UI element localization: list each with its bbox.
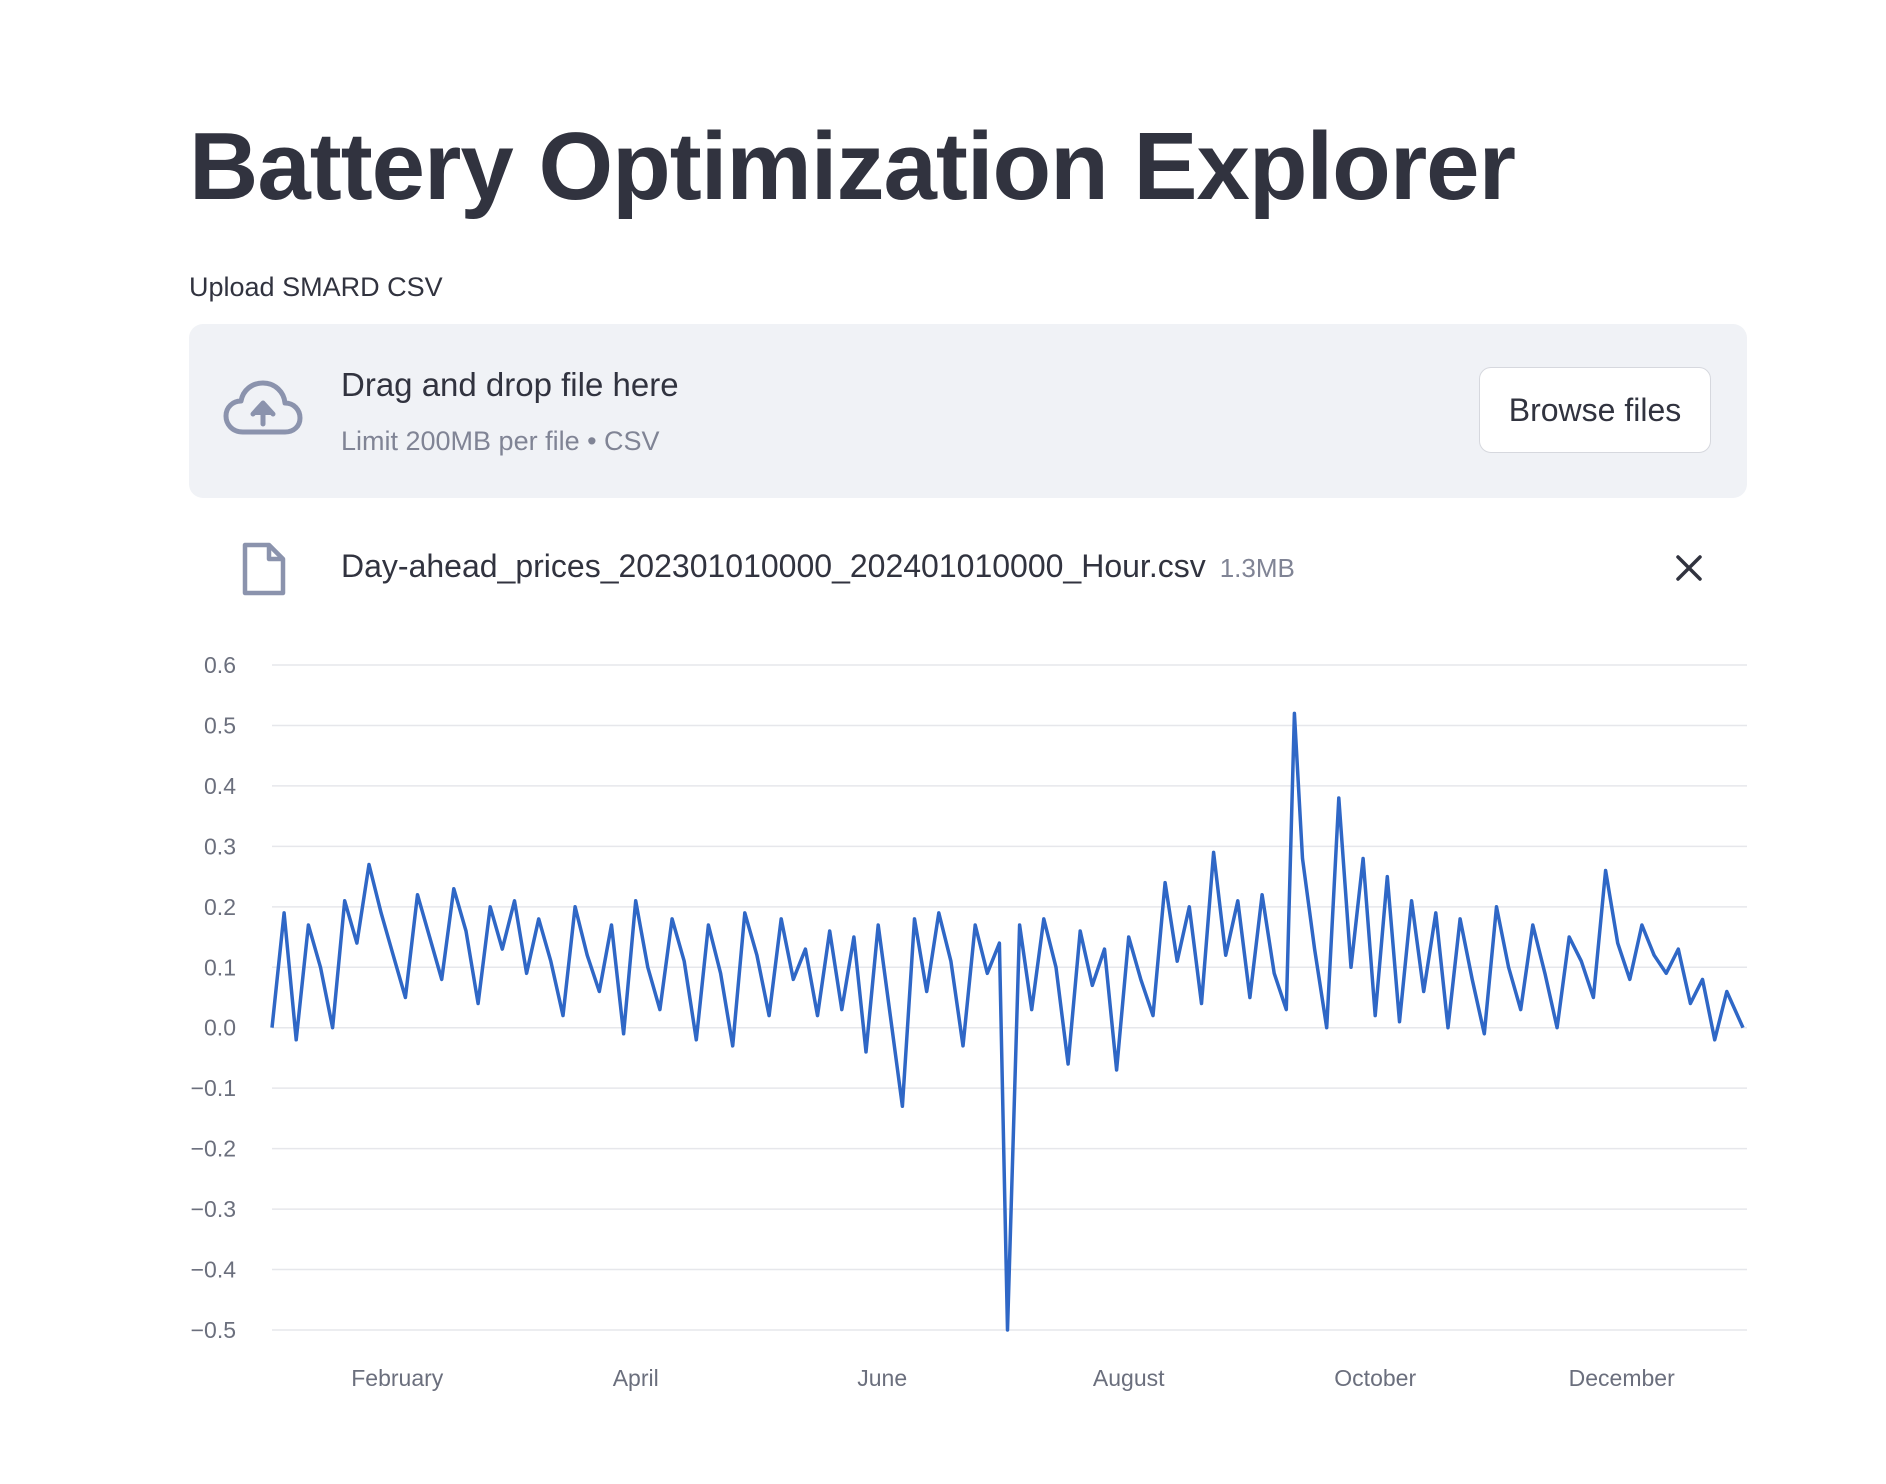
x-tick-label: June [857, 1365, 907, 1391]
price-line-chart: 0.6 0.5 0.4 0.3 0.2 0.1 0.0 −0.1 −0.2 −0.3 −0.4 −0.… [191, 652, 1747, 1391]
y-tick-label: 0.2 [204, 894, 236, 920]
x-tick-label: August [1093, 1365, 1165, 1391]
x-tick-label: October [1334, 1365, 1416, 1391]
y-tick-label: 0.4 [204, 773, 236, 799]
y-tick-label: 0.3 [204, 833, 236, 859]
x-tick-label: April [613, 1365, 659, 1391]
x-tick-label: February [351, 1365, 444, 1391]
y-tick-label: −0.5 [191, 1317, 236, 1343]
y-tick-label: 0.6 [204, 652, 236, 678]
y-tick-label: −0.4 [191, 1257, 237, 1283]
series-line [270, 711, 1745, 1332]
y-tick-label: 0.5 [204, 712, 236, 738]
y-tick-label: −0.2 [191, 1136, 236, 1162]
y-tick-label: −0.3 [191, 1196, 236, 1222]
y-tick-label: 0.0 [204, 1015, 236, 1041]
x-tick-label: December [1569, 1365, 1675, 1391]
y-tick-label: 0.1 [204, 954, 236, 980]
y-tick-label: −0.1 [191, 1075, 236, 1101]
